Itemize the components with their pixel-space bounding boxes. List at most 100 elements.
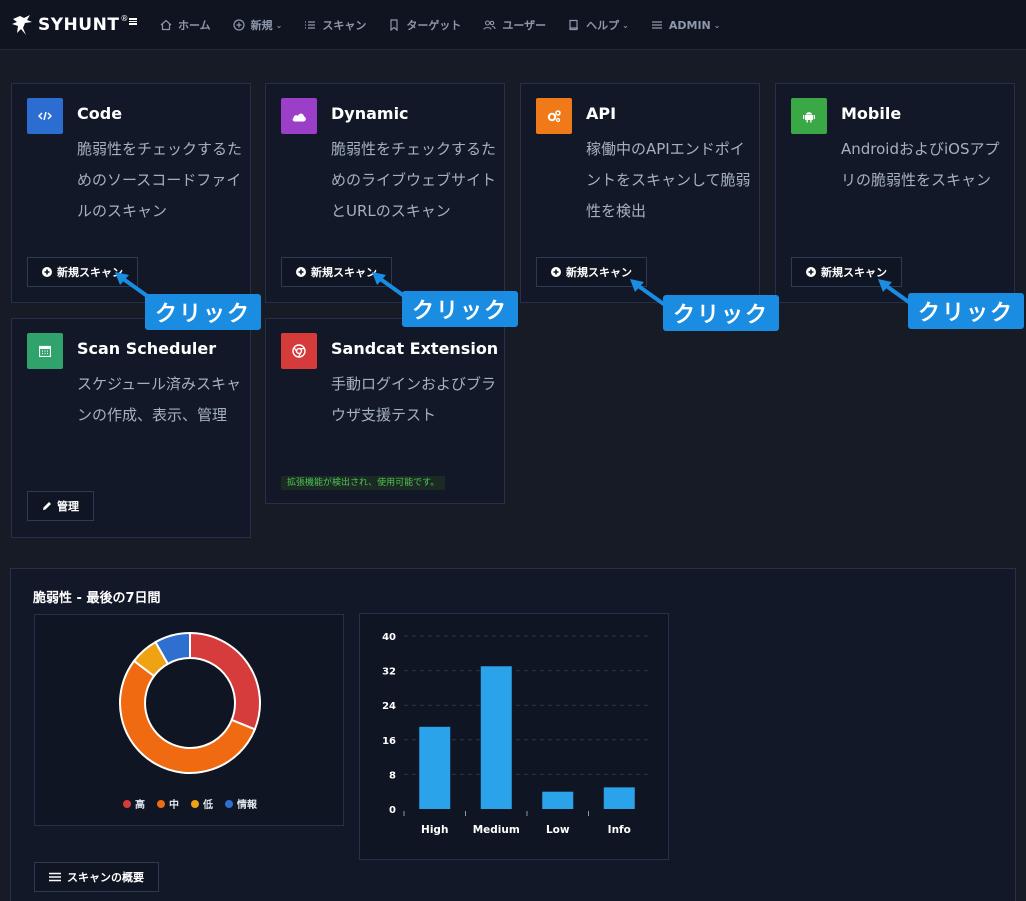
legend-swatch <box>191 799 199 808</box>
nav-label: 新規 <box>250 19 273 32</box>
card-icon-bg <box>27 98 63 134</box>
nav-label: ヘルプ <box>586 19 620 32</box>
nav-admin[interactable]: ADMIN ⌄ <box>651 18 721 32</box>
cloud-icon <box>292 113 306 121</box>
plus-circle-icon <box>551 267 561 277</box>
bar-Info[interactable] <box>603 787 635 809</box>
card-description: 手動ログインおよびブラウザ支援テスト <box>331 375 497 424</box>
bar-High[interactable] <box>419 726 451 809</box>
card-api: API 稼働中のAPIエンドポイントをスキャンして脆弱性を検出 新規スキャン <box>520 83 760 303</box>
logo-registered-mark: ® <box>120 13 129 23</box>
chevron-down-icon: ⌄ <box>622 20 629 30</box>
card-description: AndroidおよびiOSアプリの脆弱性をスキャン <box>841 140 1000 189</box>
y-tick-label: 40 <box>382 632 396 643</box>
users-icon <box>483 20 496 30</box>
x-tick-label: Medium <box>473 824 520 836</box>
gears-icon <box>547 110 561 123</box>
legend-item[interactable]: 低 <box>191 796 213 811</box>
card-description: 脆弱性をチェックするためのライブウェブサイトとURLのスキャン <box>331 140 497 220</box>
x-tick-label: Low <box>546 824 570 836</box>
y-tick-label: 0 <box>389 805 396 816</box>
donut-slice-高[interactable] <box>189 631 261 731</box>
button-label: スキャンの概要 <box>67 871 144 884</box>
button-label: 新規スキャン <box>566 266 632 279</box>
click-annotation: クリック <box>145 294 262 330</box>
main-nav: ホーム 新規 ⌄ スキャン ターゲット ユーザー ヘルプ ⌄ ADMIN ⌄ <box>160 0 742 50</box>
hunter-logo-icon <box>12 15 32 35</box>
legend-item[interactable]: 中 <box>157 796 179 811</box>
vulnerability-panel: 脆弱性 - 最後の7日間 高 中 低 情報 0 8 16 24 32 40 High Medi… <box>10 568 1016 901</box>
flag-icon <box>129 17 138 25</box>
card-scan-scheduler: Scan Scheduler スケジュール済みスキャンの作成、表示、管理 管理 <box>11 318 251 538</box>
card-icon-bg <box>536 98 572 134</box>
legend-label: 中 <box>169 800 179 811</box>
android-icon <box>803 111 815 122</box>
nav-label: ADMIN <box>668 18 711 32</box>
card-title: Sandcat Extension <box>331 339 499 358</box>
pencil-icon <box>43 502 51 510</box>
nav-label: ユーザー <box>502 19 547 32</box>
legend-item[interactable]: 高 <box>123 796 145 811</box>
card-title: Code <box>77 104 123 123</box>
card-icon-bg <box>791 98 827 134</box>
nav-scans[interactable]: スキャン <box>304 17 366 33</box>
extension-status-note: 拡張機能が検出され、使用可能です。 <box>281 476 446 490</box>
code-icon <box>38 111 52 121</box>
nav-new[interactable]: 新規 ⌄ <box>233 17 282 33</box>
y-tick-label: 8 <box>389 770 396 781</box>
bookmark-icon <box>390 19 398 31</box>
x-tick-label: High <box>421 824 448 836</box>
card-title: Mobile <box>841 104 902 123</box>
chrome-icon <box>292 344 306 358</box>
card-title: Dynamic <box>331 104 409 123</box>
card-icon-bg <box>27 333 63 369</box>
nav-users[interactable]: ユーザー <box>483 17 546 33</box>
click-annotation: クリック <box>908 293 1025 329</box>
nav-targets[interactable]: ターゲット <box>388 17 461 33</box>
legend-swatch <box>225 799 233 808</box>
click-annotation: クリック <box>402 291 519 327</box>
y-tick-label: 16 <box>382 736 396 747</box>
y-tick-label: 24 <box>382 701 396 712</box>
card-title: API <box>586 104 617 123</box>
donut-chart <box>119 631 261 774</box>
nav-label: ホーム <box>178 19 211 32</box>
nav-label: スキャン <box>322 19 367 32</box>
card-icon-bg <box>281 98 317 134</box>
top-navbar: SYHUNT ® ホーム 新規 ⌄ スキャン ターゲット ユーザー ヘルプ ⌄ … <box>0 0 1026 50</box>
legend-label: 低 <box>203 800 213 811</box>
syhunt-logo[interactable]: SYHUNT ® <box>10 10 138 40</box>
x-tick-label: Info <box>608 824 631 836</box>
bar-Low[interactable] <box>542 791 574 809</box>
chevron-down-icon: ⌄ <box>713 20 721 30</box>
plus-circle-icon <box>806 267 816 277</box>
legend-swatch <box>123 799 131 808</box>
legend-item[interactable]: 情報 <box>225 796 257 811</box>
book-icon <box>569 19 579 31</box>
card-title: Scan Scheduler <box>77 339 217 358</box>
card-mobile: Mobile AndroidおよびiOSアプリの脆弱性をスキャン 新規スキャン <box>775 83 1015 303</box>
bar-chart: 0 8 16 24 32 40 High Medium Low Info <box>382 632 650 836</box>
legend-swatch <box>157 799 165 808</box>
menu-icon <box>651 21 662 29</box>
bar-chart-box: 0 8 16 24 32 40 High Medium Low Info <box>359 613 669 860</box>
card-sandcat-extension: Sandcat Extension 手動ログインおよびブラウザ支援テスト 拡張機… <box>265 318 505 504</box>
plus-circle-icon <box>296 267 306 277</box>
plus-circle-icon <box>42 267 52 277</box>
nav-home[interactable]: ホーム <box>160 17 211 33</box>
button-label: 管理 <box>57 500 79 513</box>
y-tick-label: 32 <box>382 667 396 678</box>
card-description: 脆弱性をチェックするためのソースコードファイルのスキャン <box>77 140 243 220</box>
click-annotation: クリック <box>663 295 780 331</box>
list-icon <box>305 21 316 29</box>
panel-title: 脆弱性 - 最後の7日間 <box>33 591 161 606</box>
nav-label: ターゲット <box>406 19 462 32</box>
bar-Medium[interactable] <box>480 666 512 809</box>
manage-button[interactable]: 管理 <box>27 491 94 521</box>
nav-help[interactable]: ヘルプ ⌄ <box>568 17 629 33</box>
list-icon <box>49 872 61 882</box>
card-description: スケジュール済みスキャンの作成、表示、管理 <box>77 375 241 424</box>
legend-label: 情報 <box>237 800 257 811</box>
scan-summary-button[interactable]: スキャンの概要 <box>34 862 159 892</box>
legend-label: 高 <box>135 800 145 811</box>
